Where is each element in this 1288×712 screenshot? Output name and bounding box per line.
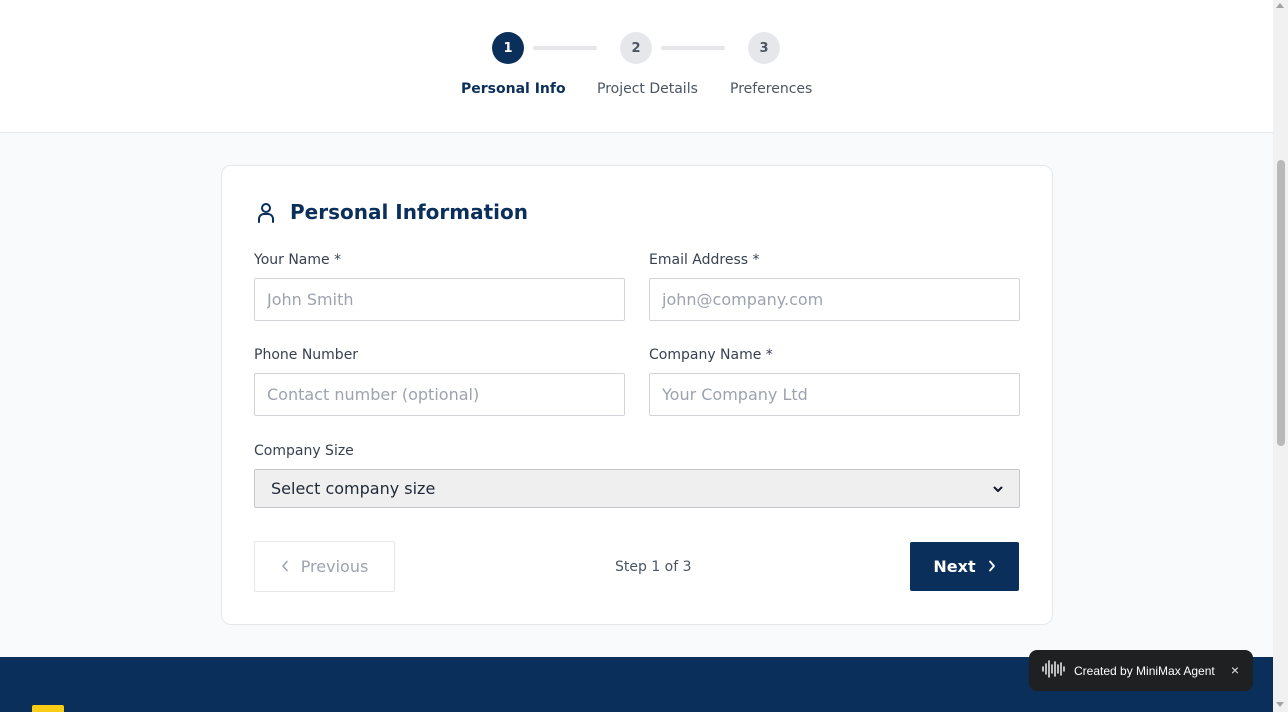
email-label: Email Address * [649,252,760,268]
company-size-select[interactable]: Select company size [254,469,1020,508]
step-3-label: Preferences [730,81,813,97]
close-icon[interactable]: × [1231,662,1239,678]
step-connector-1 [533,46,597,50]
step-2-circle[interactable]: 2 [620,32,652,64]
email-input[interactable] [649,278,1020,321]
previous-button[interactable]: Previous [254,541,395,592]
chevron-left-icon [281,557,289,576]
next-button[interactable]: Next [910,542,1019,591]
waveform-icon [1041,659,1065,682]
scrollbar-thumb[interactable] [1277,160,1285,446]
badge-text: Created by MiniMax Agent [1074,663,1215,678]
step-indicator: Step 1 of 3 [615,559,692,575]
company-size-label: Company Size [254,443,354,459]
company-size-value: Select company size [271,479,436,498]
footer-logo [32,705,64,712]
scroll-up-icon[interactable] [1276,3,1284,8]
next-button-label: Next [933,557,976,576]
created-by-badge[interactable]: Created by MiniMax Agent × [1029,650,1253,691]
company-label: Company Name * [649,347,773,363]
card-title: Personal Information [290,200,528,224]
step-connector-2 [661,46,725,50]
page: 1 2 3 Personal Info Project Details Pref… [0,0,1273,712]
name-label: Your Name * [254,252,342,268]
company-input[interactable] [649,373,1020,416]
personal-info-card: Personal Information Your Name * Email A… [221,165,1053,625]
chevron-down-icon [993,479,1003,498]
progress-stepper: 1 2 3 Personal Info Project Details Pref… [0,0,1273,133]
user-icon [254,200,278,224]
scroll-down-icon[interactable] [1276,702,1284,707]
step-1-label: Personal Info [461,81,566,97]
step-1-circle[interactable]: 1 [492,32,524,64]
phone-input[interactable] [254,373,625,416]
step-2-label: Project Details [597,81,698,97]
phone-label: Phone Number [254,347,359,363]
name-input[interactable] [254,278,625,321]
previous-button-label: Previous [300,557,369,576]
step-3-circle[interactable]: 3 [748,32,780,64]
card-header: Personal Information [254,200,528,224]
chevron-right-icon [988,557,996,576]
vertical-scrollbar[interactable] [1273,0,1288,712]
